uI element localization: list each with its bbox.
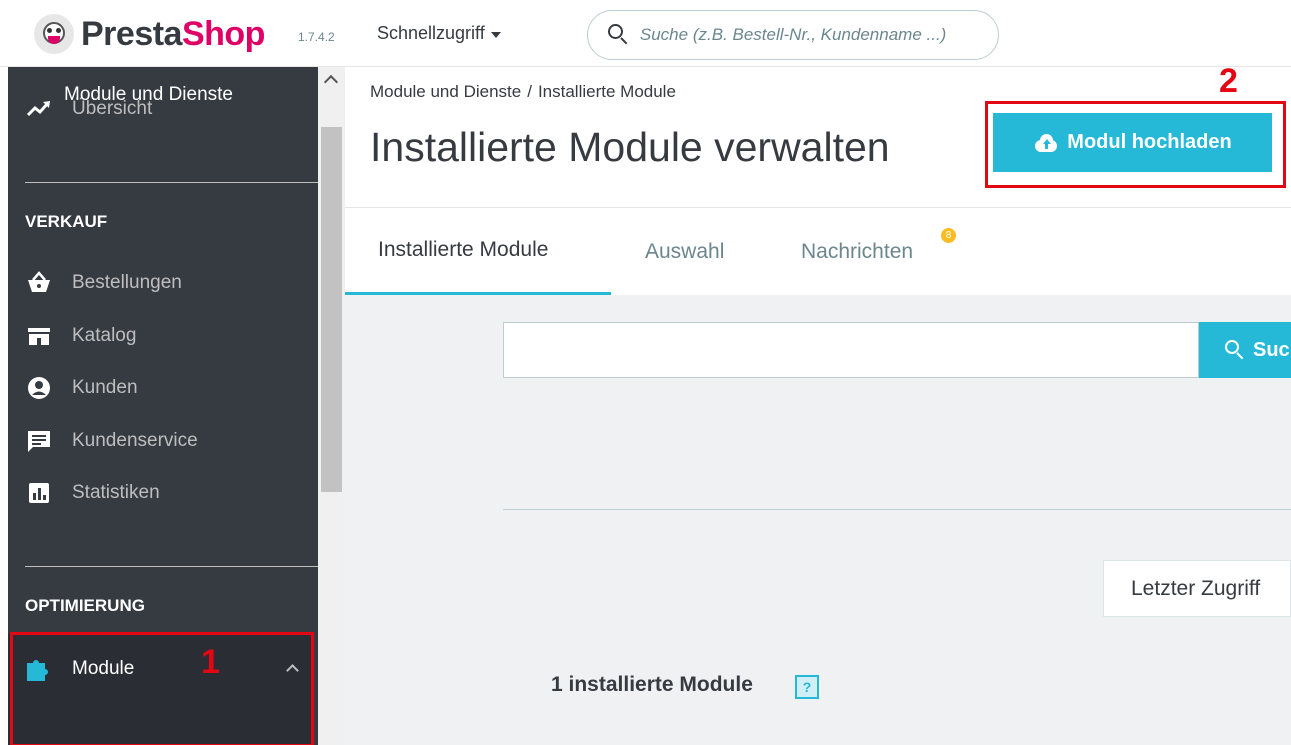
puffin-logo-icon — [34, 14, 74, 54]
tab-notifications[interactable]: Nachrichten — [801, 208, 913, 296]
quick-access-label: Schnellzugriff — [377, 23, 485, 43]
sidebar-item-catalog[interactable]: Katalog — [8, 316, 318, 356]
sort-dropdown[interactable]: Letzter Zugriff — [1103, 560, 1291, 617]
page-title: Installierte Module verwalten — [370, 124, 890, 170]
tab-label: Installierte Module — [378, 238, 549, 261]
account-circle-icon — [26, 376, 52, 400]
notification-badge: 8 — [941, 228, 956, 243]
tab-installed-modules[interactable]: Installierte Module — [345, 208, 611, 296]
trending-up-icon — [26, 97, 52, 121]
scroll-thumb[interactable] — [321, 127, 342, 492]
breadcrumb-parent[interactable]: Module und Dienste — [370, 82, 521, 101]
tab-label: Auswahl — [645, 240, 725, 263]
tab-bar: Installierte Module Auswahl Nachrichten … — [345, 207, 1291, 296]
top-bar: PrestaShop 1.7.4.2 Schnellzugriff — [0, 0, 1291, 67]
sidebar-item-customers[interactable]: Kunden — [8, 368, 318, 408]
section-title-sales: VERKAUF — [25, 212, 108, 231]
sidebar-item-statistics[interactable]: Statistiken — [8, 473, 318, 513]
sidebar-item-label: Kundenservice — [72, 430, 198, 451]
prestashop-logo[interactable]: PrestaShop — [34, 14, 265, 54]
tab-selection[interactable]: Auswahl — [645, 208, 724, 296]
sidebar-subitem-module-services[interactable]: Module und Dienste — [64, 84, 233, 106]
module-search-input[interactable] — [503, 322, 1199, 378]
store-icon — [26, 324, 52, 348]
global-search[interactable] — [587, 10, 999, 60]
annotation-box-2 — [985, 101, 1286, 188]
sidebar-scrollbar[interactable] — [318, 67, 345, 745]
global-search-input[interactable] — [639, 25, 998, 45]
breadcrumb-separator: / — [527, 82, 532, 101]
module-search-label: Suche — [1253, 338, 1291, 361]
sort-label: Letzter Zugriff — [1131, 576, 1261, 600]
sidebar-item-label: Kunden — [72, 377, 138, 398]
version-label: 1.7.4.2 — [298, 30, 335, 44]
section-title-optimization: OPTIMIERUNG — [25, 596, 145, 615]
annotation-number-1: 1 — [201, 643, 220, 681]
annotation-number-2: 2 — [1219, 62, 1238, 100]
scroll-up-icon[interactable] — [323, 74, 339, 90]
sidebar-item-orders[interactable]: Bestellungen — [8, 263, 318, 303]
logo-text: PrestaShop — [81, 14, 265, 53]
chat-icon — [26, 429, 52, 453]
module-search-button[interactable]: Suche — [1199, 322, 1291, 378]
divider — [25, 182, 325, 183]
sidebar-item-label: Bestellungen — [72, 272, 182, 293]
search-icon — [1225, 340, 1245, 360]
quick-access-dropdown[interactable]: Schnellzugriff — [377, 23, 501, 44]
sidebar-item-label: Statistiken — [72, 482, 160, 503]
sidebar-item-label: Katalog — [72, 325, 137, 346]
breadcrumb-current: Installierte Module — [537, 82, 676, 101]
help-icon[interactable]: ? — [795, 675, 819, 699]
installed-count: 1 installierte Module — [551, 673, 753, 696]
caret-down-icon — [490, 32, 501, 38]
tab-label: Nachrichten — [801, 240, 914, 263]
sidebar-item-customer-service[interactable]: Kundenservice — [8, 421, 318, 461]
divider — [503, 509, 1291, 510]
divider — [25, 566, 325, 567]
search-icon — [608, 24, 630, 46]
annotation-box-1 — [10, 632, 314, 745]
bar-chart-icon — [26, 481, 52, 505]
basket-icon — [26, 271, 52, 295]
breadcrumb: Module und Dienste / Installierte Module — [370, 82, 676, 102]
